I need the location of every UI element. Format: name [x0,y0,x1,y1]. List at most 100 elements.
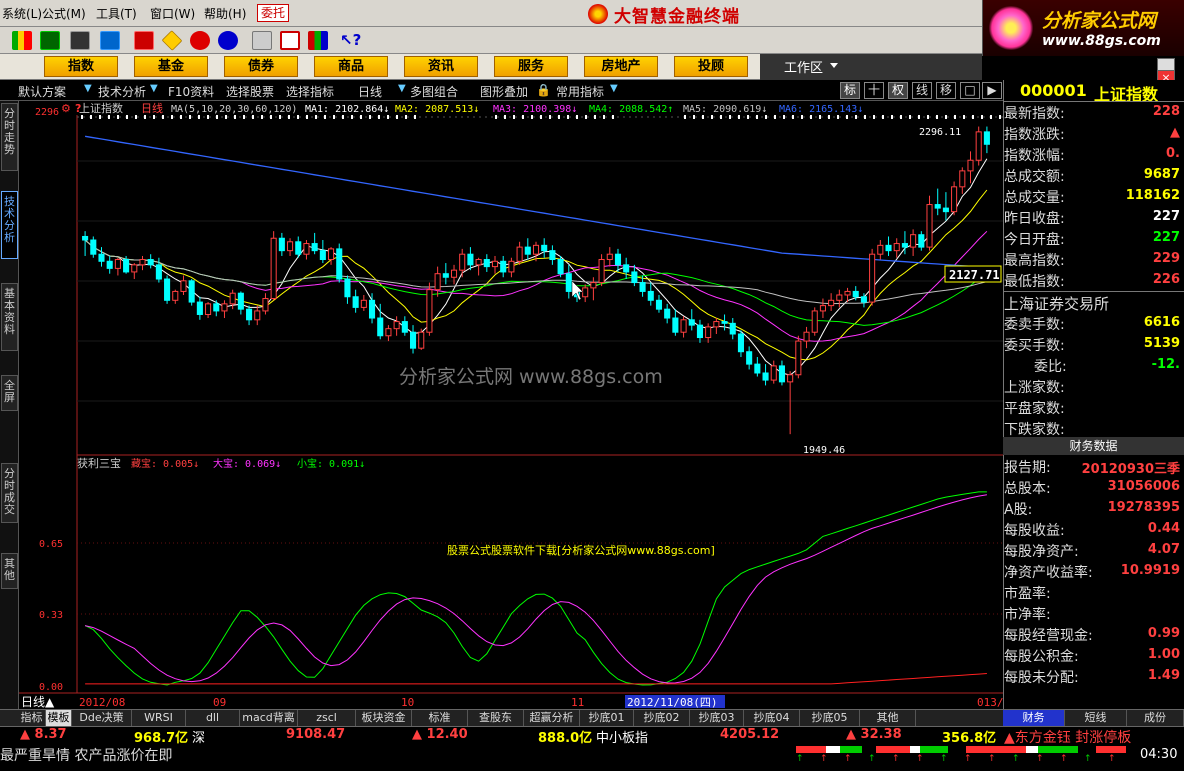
candle[interactable] [869,248,876,306]
tab-intraday[interactable]: 分时走势 [1,103,18,171]
candle[interactable] [975,126,982,166]
news-alert[interactable]: ▲东方金钰 封涨停板 [1004,727,1131,747]
cat-advisor-button[interactable]: 投顾 [674,56,748,77]
chevron-down-icon[interactable]: ▼ [150,83,158,94]
cat-realestate-button[interactable]: 房地产 [584,56,658,77]
window-icon[interactable] [280,31,300,50]
finance-header[interactable]: 财务数据 [1003,437,1184,455]
tab-fullscreen[interactable]: 全屏 [1,375,18,411]
move-button[interactable]: 移 [936,82,956,99]
tab-finance[interactable]: 财务 [1003,710,1065,727]
crosshair-button[interactable]: 十 [864,82,884,99]
indicator-tab[interactable]: 抄底04 [744,710,800,727]
rights-button[interactable]: 权 [888,82,908,99]
common-indicator-menu[interactable]: 常用指标 [556,83,604,100]
indicator-tab[interactable]: macd背离 [240,710,298,727]
line-button[interactable]: 线 [912,82,932,99]
notepad-icon[interactable] [252,31,272,50]
menu-system[interactable]: 系统(L) [2,5,42,22]
candle[interactable] [270,231,277,301]
stock-chart[interactable]: 上证指数 日线 MA(5,10,20,30,60,120) MA1: 2102.… [19,101,1003,709]
workarea-label[interactable]: 工作区 [784,57,823,76]
tab-other[interactable]: 其他 [1,553,18,589]
weituo-button[interactable]: 委托 [257,4,290,22]
select-stock-menu[interactable]: 选择股票 [226,83,274,100]
daily-period-menu[interactable]: 日线 [358,83,382,100]
chevron-down-icon[interactable]: ▼ [610,83,618,94]
candle-down-body [246,308,253,321]
period-label[interactable]: 日线▲ [21,695,55,709]
indicator-tab[interactable]: 超赢分析 [524,710,580,727]
candle[interactable] [557,255,564,278]
cat-index-button[interactable]: 指数 [44,56,118,77]
candle[interactable] [951,181,958,216]
tab-ticks[interactable]: 分时成交 [1,463,18,523]
tab-components[interactable]: 成份 [1127,710,1184,727]
tech-analysis-menu[interactable]: 技术分析 [98,83,146,100]
help-icon[interactable]: ? [75,102,81,115]
chevron-down-icon[interactable] [830,63,838,68]
books-icon[interactable] [308,31,328,50]
indicator-tab[interactable]: dll [186,710,240,727]
multi-chart-menu[interactable]: 多图组合 [410,83,458,100]
board-label[interactable]: 中小板指 [596,727,648,746]
candle[interactable] [426,282,433,336]
chart-icon[interactable] [40,31,60,50]
menu-formula[interactable]: 公式(M) [42,5,86,22]
candle-up-body [450,269,458,278]
indicator-tab[interactable]: 标准 [412,710,468,727]
indicator-tab[interactable]: 其他 [860,710,916,727]
candle[interactable] [795,335,802,379]
menu-window[interactable]: 窗口(W) [150,5,195,22]
cat-fund-button[interactable]: 基金 [134,56,208,77]
f10-icon[interactable] [134,31,154,50]
cat-service-button[interactable]: 服务 [494,56,568,77]
candle[interactable] [188,279,195,306]
candle[interactable] [90,236,97,258]
chevron-down-icon[interactable]: ▼ [398,83,406,94]
diamond-icon[interactable] [161,30,183,51]
candle[interactable] [336,243,343,283]
cat-bond-button[interactable]: 债券 [224,56,298,77]
indicator-tab[interactable]: 抄底02 [634,710,690,727]
indicator-tab[interactable]: 模板 [46,710,72,727]
help-pointer-icon[interactable]: ↖? [340,31,361,50]
candle[interactable] [811,307,818,336]
indicator-tab[interactable]: 抄底05 [800,710,860,727]
blue-circle-icon[interactable] [218,31,238,50]
market-icon[interactable] [12,31,32,50]
gear-icon[interactable]: ⚙ [61,102,71,115]
indicator-tab[interactable]: 查股东 [468,710,524,727]
indicator-tab[interactable]: Dde决策 [72,710,132,727]
indicator-tab[interactable]: 抄底01 [580,710,634,727]
tab-fundamental[interactable]: 基本资料 [1,283,18,351]
binoculars-icon[interactable] [70,31,90,50]
sz-label[interactable]: 深 [192,727,205,746]
overlay-menu[interactable]: 图形叠加 [480,83,528,100]
play-button[interactable]: ▶ [982,82,1002,99]
default-scheme-menu[interactable]: 默认方案 [18,83,66,100]
tab-shortline[interactable]: 短线 [1065,710,1127,727]
red-circle-icon[interactable] [190,31,210,50]
select-indicator-menu[interactable]: 选择指标 [286,83,334,100]
f10-data-menu[interactable]: F10资料 [168,83,214,100]
candle[interactable] [164,275,171,304]
candle[interactable] [418,328,425,350]
indicator-tab[interactable]: 板块资金 [356,710,412,727]
transfer-icon[interactable] [100,31,120,50]
cat-commodity-button[interactable]: 商品 [314,56,388,77]
news-ticker[interactable]: 最严重旱情 农产品涨价在即 [0,745,800,764]
tab-technical[interactable]: 技术分析 [1,191,18,259]
chevron-down-icon[interactable]: ▼ [84,83,92,94]
candle-up-body [418,331,425,349]
indicator-tab[interactable]: 指标 [18,710,46,727]
indicator-tab[interactable]: 抄底03 [690,710,744,727]
indicator-tab[interactable]: WRSI [132,710,186,727]
lock-icon[interactable]: 🔒 [536,83,551,97]
indicator-tab[interactable]: zscl [298,710,356,727]
cat-news-button[interactable]: 资讯 [404,56,478,77]
mark-button[interactable]: 标 [840,82,860,99]
menu-help[interactable]: 帮助(H) [204,5,246,22]
window-button[interactable]: □ [960,82,980,99]
menu-tools[interactable]: 工具(T) [96,5,137,22]
